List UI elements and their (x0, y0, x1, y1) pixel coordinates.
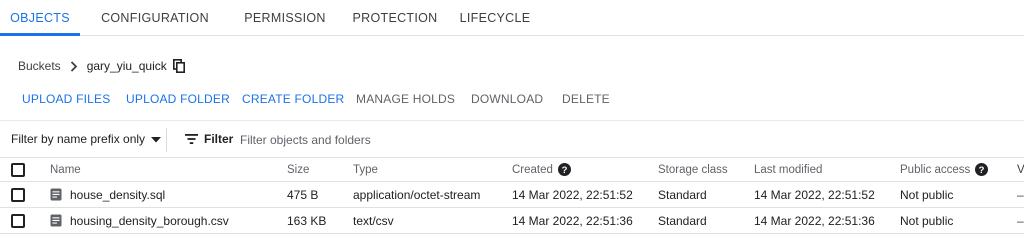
chevron-right-icon (70, 60, 78, 72)
row-checkbox[interactable] (11, 213, 25, 228)
object-last-modified: 14 Mar 2022, 22:51:52 (754, 187, 875, 202)
column-header-public-access[interactable]: Public access ? (900, 158, 989, 181)
arrow-drop-down-icon (151, 132, 162, 146)
tab-bar: OBJECTS CONFIGURATION PERMISSION PROTECT… (0, 0, 1024, 36)
object-size: 163 KB (287, 213, 327, 228)
svg-text:?: ? (562, 165, 568, 176)
filter-button[interactable]: Filter (185, 132, 233, 146)
filter-divider (166, 128, 167, 152)
copy-icon[interactable] (172, 59, 185, 73)
file-icon (50, 188, 62, 201)
help-circle-icon[interactable]: ? (557, 163, 571, 176)
tab-lifecycle[interactable]: LIFECYCLE (450, 0, 540, 36)
object-storage-class: Standard (658, 213, 707, 228)
column-header-created-label: Created (512, 163, 553, 176)
tab-objects[interactable]: OBJECTS (0, 0, 80, 36)
column-header-version[interactable]: V (1017, 158, 1024, 181)
column-header-size[interactable]: Size (287, 158, 309, 181)
column-header-public-access-label: Public access (900, 163, 971, 176)
object-created: 14 Mar 2022, 22:51:36 (512, 213, 633, 228)
tab-protection[interactable]: PROTECTION (340, 0, 450, 36)
objects-table: Name Size Type Created ? Storage class L… (0, 158, 1024, 234)
prefix-filter-label: Filter by name prefix only (11, 132, 146, 146)
object-last-modified: 14 Mar 2022, 22:51:36 (754, 213, 875, 228)
help-circle-icon[interactable]: ? (975, 163, 989, 176)
delete-button[interactable]: DELETE (562, 92, 610, 106)
row-checkbox[interactable] (11, 187, 25, 202)
object-name-link[interactable]: house_density.sql (70, 188, 165, 202)
filter-bar: Filter by name prefix only Filter (0, 120, 1024, 158)
breadcrumb: Buckets gary_yiu_quick (18, 57, 185, 75)
svg-text:?: ? (979, 165, 985, 176)
table-row[interactable]: housing_density_borough.csv 163 KB text/… (0, 208, 1024, 234)
tab-permission[interactable]: PERMISSION (230, 0, 340, 36)
column-header-last-modified[interactable]: Last modified (754, 158, 822, 181)
manage-holds-button[interactable]: MANAGE HOLDS (356, 92, 455, 106)
create-folder-button[interactable]: CREATE FOLDER (242, 92, 344, 106)
object-storage-class: Standard (658, 187, 707, 202)
select-all-checkbox[interactable] (11, 162, 25, 177)
filter-objects-input[interactable] (240, 130, 1010, 150)
column-header-storage-class[interactable]: Storage class (658, 158, 728, 181)
column-header-type[interactable]: Type (353, 158, 378, 181)
filter-button-label: Filter (204, 132, 234, 146)
download-button[interactable]: DOWNLOAD (471, 92, 543, 106)
object-type: application/octet-stream (353, 187, 481, 202)
table-row[interactable]: house_density.sql 475 B application/octe… (0, 182, 1024, 208)
object-public-access: Not public (900, 187, 954, 202)
object-type: text/csv (353, 213, 394, 228)
upload-files-button[interactable]: UPLOAD FILES (22, 92, 110, 106)
prefix-filter-select[interactable]: Filter by name prefix only (11, 132, 162, 146)
upload-folder-button[interactable]: UPLOAD FOLDER (126, 92, 230, 106)
object-public-access: Not public (900, 213, 954, 228)
file-icon (50, 214, 62, 227)
object-created: 14 Mar 2022, 22:51:52 (512, 187, 633, 202)
tab-configuration[interactable]: CONFIGURATION (80, 0, 230, 36)
object-size: 475 B (287, 187, 319, 202)
table-header-row: Name Size Type Created ? Storage class L… (0, 158, 1024, 182)
column-header-created[interactable]: Created ? (512, 158, 571, 181)
column-header-name[interactable]: Name (50, 158, 81, 181)
object-version: – (1017, 187, 1024, 202)
breadcrumb-current-bucket: gary_yiu_quick (86, 59, 167, 73)
breadcrumb-buckets-link[interactable]: Buckets (18, 59, 61, 73)
object-version: – (1017, 213, 1024, 228)
filter-list-icon (185, 134, 198, 144)
object-name-link[interactable]: housing_density_borough.csv (70, 214, 229, 228)
